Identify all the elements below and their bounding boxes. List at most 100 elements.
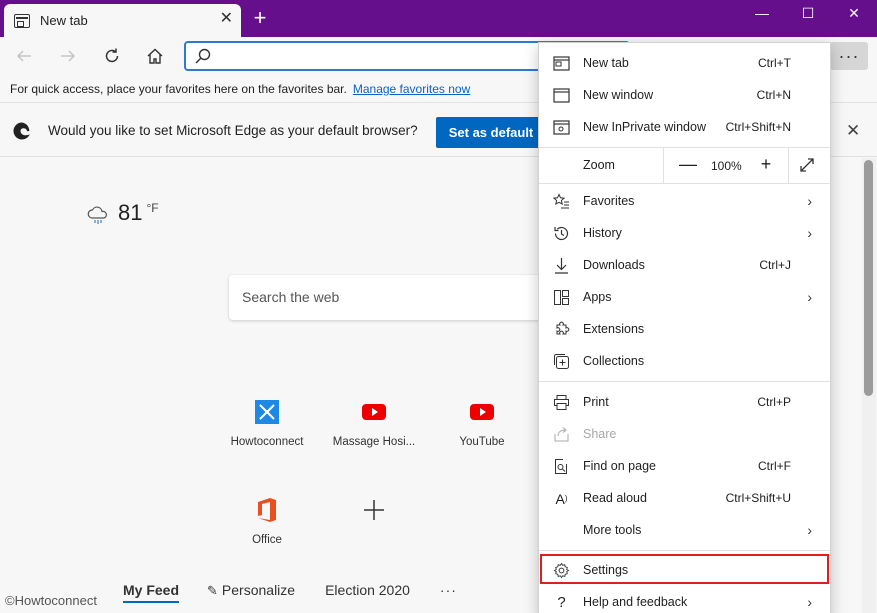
new-tab-icon xyxy=(553,55,570,72)
menu-new-inprivate-window[interactable]: New InPrivate window Ctrl+Shift+N xyxy=(539,111,830,143)
menu-label: Print xyxy=(583,395,609,409)
menu-new-tab[interactable]: New tab Ctrl+T xyxy=(539,47,830,79)
settings-and-more-button[interactable]: ··· xyxy=(830,42,868,70)
forward-button[interactable] xyxy=(54,42,82,70)
arrow-right-icon xyxy=(61,50,76,62)
arrow-left-icon xyxy=(16,50,31,62)
search-placeholder: Search the web xyxy=(242,289,340,305)
manage-favorites-link[interactable]: Manage favorites now xyxy=(353,82,470,96)
chevron-right-icon: › xyxy=(807,289,812,305)
maximize-button[interactable]: ☐ xyxy=(785,0,831,26)
weather-widget[interactable]: 81 °F xyxy=(86,200,159,226)
puzzle-icon xyxy=(553,321,570,338)
menu-new-window[interactable]: New window Ctrl+N xyxy=(539,79,830,111)
quick-link-howtoconnect[interactable]: Howtoconnect xyxy=(217,398,317,448)
menu-label: Read aloud xyxy=(583,491,647,505)
set-as-default-button[interactable]: Set as default xyxy=(436,117,546,148)
inprivate-icon xyxy=(553,119,570,136)
chevron-right-icon: › xyxy=(807,594,812,610)
zoom-out-button[interactable]: — xyxy=(679,154,697,174)
menu-shortcut: Ctrl+J xyxy=(759,258,791,272)
menu-collections[interactable]: Collections xyxy=(539,345,830,377)
find-icon xyxy=(553,458,570,475)
menu-separator xyxy=(539,183,830,184)
edge-icon xyxy=(13,122,30,140)
quick-link-youtube[interactable]: YouTube xyxy=(432,398,532,448)
menu-find-on-page[interactable]: Find on page Ctrl+F xyxy=(539,450,830,482)
menu-separator xyxy=(539,381,830,382)
menu-label: Downloads xyxy=(583,258,645,272)
menu-label: Find on page xyxy=(583,459,656,473)
close-tab-icon[interactable]: ✕ xyxy=(220,11,233,27)
quick-link-office[interactable]: Office xyxy=(217,496,317,546)
page-scrollbar[interactable] xyxy=(862,158,876,613)
menu-read-aloud[interactable]: A) Read aloud Ctrl+Shift+U xyxy=(539,482,830,514)
cloud-rain-icon xyxy=(87,206,107,224)
tab-title: New tab xyxy=(40,13,88,28)
menu-shortcut: Ctrl+Shift+U xyxy=(725,491,791,505)
home-button[interactable] xyxy=(141,42,169,70)
scrollbar-thumb[interactable] xyxy=(864,160,873,396)
pencil-icon: ✎ xyxy=(207,583,218,598)
menu-label: Apps xyxy=(583,290,612,304)
menu-help-and-feedback[interactable]: ? Help and feedback › xyxy=(539,586,830,613)
history-icon xyxy=(553,225,570,242)
share-icon xyxy=(553,426,570,443)
menu-print[interactable]: Print Ctrl+P xyxy=(539,386,830,418)
menu-separator xyxy=(539,550,830,551)
menu-history[interactable]: History › xyxy=(539,217,830,249)
quick-link-massage[interactable]: Massage Hosi... xyxy=(324,398,424,448)
close-window-button[interactable]: ✕ xyxy=(831,0,877,26)
tab-personalize-label: Personalize xyxy=(221,582,296,598)
fullscreen-icon[interactable] xyxy=(799,157,815,173)
feed-tabs: My Feed ✎ Personalize Election 2020 ··· xyxy=(123,582,457,603)
zoom-label: Zoom xyxy=(583,158,615,172)
menu-label: Help and feedback xyxy=(583,595,688,609)
howtoconnect-icon xyxy=(253,398,281,426)
menu-extensions[interactable]: Extensions xyxy=(539,313,830,345)
home-icon xyxy=(147,48,163,64)
menu-label: Favorites xyxy=(583,194,635,208)
menu-label: New InPrivate window xyxy=(583,120,706,134)
refresh-button[interactable] xyxy=(98,42,126,70)
apps-icon xyxy=(553,289,570,306)
tab-my-feed[interactable]: My Feed xyxy=(123,582,180,603)
favorites-bar-hint: For quick access, place your favorites h… xyxy=(10,82,347,96)
menu-apps[interactable]: Apps › xyxy=(539,281,830,313)
quick-link-label: YouTube xyxy=(459,436,505,448)
quick-link-label: Office xyxy=(252,534,282,546)
menu-label: More tools xyxy=(583,523,642,537)
chevron-right-icon: › xyxy=(807,193,812,209)
window-controls: — ☐ ✕ xyxy=(739,0,877,30)
tab-election-2020[interactable]: Election 2020 xyxy=(325,582,410,599)
menu-label: New window xyxy=(583,88,654,102)
menu-shortcut: Ctrl+T xyxy=(758,56,791,70)
menu-label: New tab xyxy=(583,56,629,70)
zoom-level: 100% xyxy=(711,159,742,173)
menu-favorites[interactable]: Favorites › xyxy=(539,185,830,217)
menu-more-tools[interactable]: More tools › xyxy=(539,514,830,546)
menu-shortcut: Ctrl+P xyxy=(757,395,791,409)
zoom-divider xyxy=(788,147,789,183)
printer-icon xyxy=(553,394,570,411)
close-banner-icon[interactable]: ✕ xyxy=(846,121,860,141)
web-search-box[interactable]: Search the web xyxy=(229,275,549,320)
new-tab-page-icon xyxy=(14,13,30,28)
new-tab-button[interactable]: + xyxy=(250,6,270,30)
menu-share[interactable]: Share xyxy=(539,418,830,450)
tab-personalize[interactable]: ✎ Personalize xyxy=(207,582,295,599)
youtube-icon xyxy=(360,398,388,426)
zoom-in-button[interactable]: + xyxy=(757,154,775,174)
menu-label: History xyxy=(583,226,622,240)
add-quick-link-button[interactable] xyxy=(324,496,424,524)
menu-label: Share xyxy=(583,427,617,441)
banner-message: Would you like to set Microsoft Edge as … xyxy=(48,123,418,138)
weather-unit: °F xyxy=(146,201,159,215)
chevron-right-icon: › xyxy=(807,522,812,538)
tab-new-tab[interactable]: New tab ✕ xyxy=(4,4,241,37)
feed-more-button[interactable]: ··· xyxy=(440,582,457,599)
back-button[interactable] xyxy=(10,42,38,70)
menu-downloads[interactable]: Downloads Ctrl+J xyxy=(539,249,830,281)
chevron-right-icon: › xyxy=(807,225,812,241)
minimize-button[interactable]: — xyxy=(739,0,785,26)
